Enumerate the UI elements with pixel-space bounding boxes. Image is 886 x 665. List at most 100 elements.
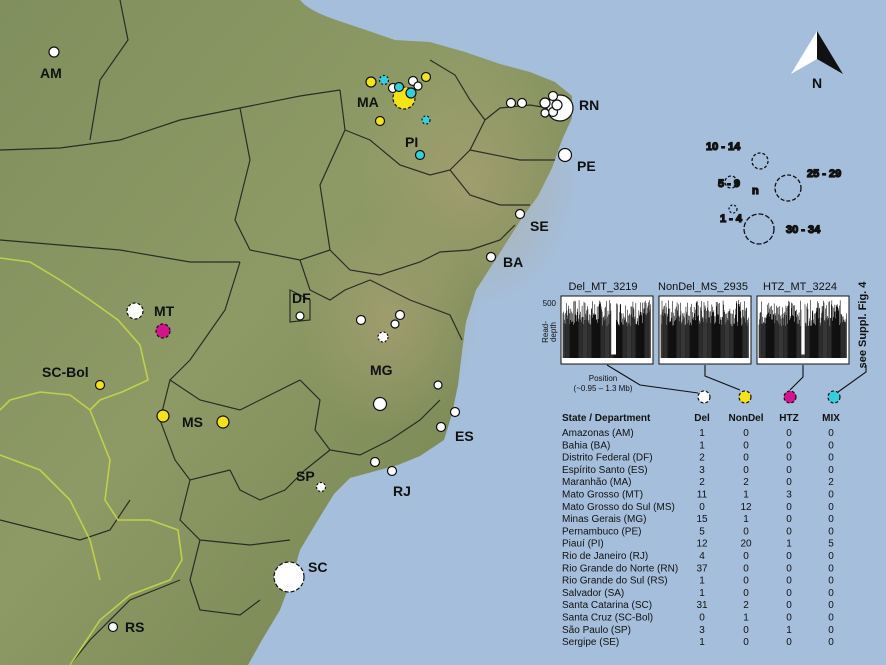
- table-cell-count: 0: [828, 440, 834, 451]
- table-cell-state: Salvador (SA): [562, 588, 624, 599]
- state-label-mg: MG: [370, 362, 393, 378]
- table-cell-count: 5: [828, 539, 834, 550]
- sample-htz: [155, 323, 171, 339]
- table-cell-count: 3: [699, 465, 705, 476]
- sample-del: [126, 302, 144, 320]
- table-cell-state: Rio de Janeiro (RJ): [562, 551, 648, 562]
- table-cell-state: Minas Gerais (MG): [562, 514, 646, 525]
- sample-nondel: [94, 379, 106, 391]
- table-cell-count: 0: [786, 588, 792, 599]
- sample-del: [514, 208, 526, 220]
- sample-del: [355, 314, 367, 326]
- sample-nondel: [156, 409, 170, 423]
- suppl-note: see Suppl. Fig. 4: [857, 281, 869, 369]
- sample-del: [390, 319, 400, 329]
- table-cell-state: Mato Grosso (MT): [562, 490, 643, 501]
- table-cell-count: 0: [828, 490, 834, 501]
- legend-size-label: 1 - 4: [720, 213, 743, 225]
- table-cell-count: 0: [786, 576, 792, 587]
- table-cell-count: 3: [699, 625, 705, 636]
- table-cell-count: 12: [696, 539, 708, 550]
- panel-title: NonDel_MS_2935: [658, 281, 748, 293]
- sample-del: [505, 97, 517, 109]
- table-cell-count: 0: [828, 428, 834, 439]
- state-label-es: ES: [455, 428, 474, 444]
- sample-del: [540, 108, 550, 118]
- state-label-mt: MT: [154, 303, 175, 319]
- table-cell-state: Piauí (PI): [562, 539, 604, 550]
- table-cell-count: 12: [740, 502, 752, 513]
- table-cell-state: São Paulo (SP): [562, 625, 631, 636]
- table-cell-count: 2: [699, 453, 705, 464]
- sample-mix: [378, 74, 390, 86]
- table-cell-state: Rio Grande do Sul (RS): [562, 576, 668, 587]
- table-cell-count: 31: [696, 600, 708, 611]
- mix-symbol: [827, 390, 841, 404]
- state-label-df: DF: [292, 290, 311, 306]
- table-cell-count: 0: [786, 526, 792, 537]
- state-label-rj: RJ: [393, 483, 411, 499]
- sample-del: [413, 81, 423, 91]
- x-axis-label: Position: [589, 374, 617, 383]
- table-cell-state: Bahia (BA): [562, 440, 610, 451]
- table-cell-count: 0: [743, 563, 749, 574]
- table-cell-count: 2: [743, 477, 749, 488]
- x-axis-range: (~0.95 – 1.3 Mb): [574, 384, 633, 393]
- table-cell-count: 0: [699, 613, 705, 624]
- table-cell-count: 0: [786, 613, 792, 624]
- table-cell-count: 5: [699, 526, 705, 537]
- table-cell-state: Maranhão (MA): [562, 477, 631, 488]
- table-cell-count: 0: [743, 428, 749, 439]
- table-cell-count: 0: [786, 465, 792, 476]
- state-label-sc-bol: SC-Bol: [42, 364, 89, 380]
- sample-del: [516, 97, 528, 109]
- table-cell-count: 1: [699, 588, 705, 599]
- sample-del: [539, 97, 551, 109]
- table-cell-count: 0: [743, 551, 749, 562]
- table-cell-count: 1: [699, 428, 705, 439]
- table-header: HTZ: [779, 413, 798, 424]
- legend-size-label: 25 - 29: [807, 168, 841, 180]
- table-cell-count: 1: [699, 576, 705, 587]
- table-cell-state: Distrito Federal (DF): [562, 453, 653, 464]
- table-header: NonDel: [729, 413, 764, 424]
- sample-del: [557, 147, 573, 163]
- table-cell-count: 0: [786, 477, 792, 488]
- table-cell-count: 0: [743, 440, 749, 451]
- table-cell-count: 0: [699, 502, 705, 513]
- state-label-se: SE: [530, 218, 549, 234]
- table-cell-count: 37: [696, 563, 708, 574]
- table-cell-count: 20: [740, 539, 752, 550]
- sample-nondel: [374, 115, 386, 127]
- table-cell-count: 0: [786, 563, 792, 574]
- table-cell-count: 1: [743, 613, 749, 624]
- sample-del: [394, 309, 406, 321]
- y-tick: 500: [543, 299, 557, 308]
- table-cell-count: 1: [699, 440, 705, 451]
- table-cell-count: 0: [828, 563, 834, 574]
- map-figure: N AM MA RN PI PE SE BA MT DF SC-Bol MG M…: [0, 0, 886, 665]
- state-label-pe: PE: [577, 158, 596, 174]
- table-cell-count: 1: [786, 625, 792, 636]
- table-cell-count: 1: [743, 490, 749, 501]
- sample-del: [449, 406, 461, 418]
- table-cell-count: 0: [743, 576, 749, 587]
- sample-nondel: [216, 415, 230, 429]
- sample-del: [372, 396, 388, 412]
- state-label-ba: BA: [503, 254, 523, 270]
- table-cell-count: 0: [786, 440, 792, 451]
- table-cell-state: Santa Cruz (SC-Bol): [562, 613, 653, 624]
- sample-del: [551, 99, 563, 111]
- table-cell-count: 0: [828, 453, 834, 464]
- table-cell-count: 0: [786, 551, 792, 562]
- table-cell-count: 0: [743, 526, 749, 537]
- sample-del: [48, 46, 60, 58]
- table-cell-count: 0: [743, 588, 749, 599]
- table-cell-count: 1: [699, 637, 705, 648]
- table-cell-count: 0: [786, 428, 792, 439]
- table-cell-count: 2: [828, 477, 834, 488]
- table-cell-state: Rio Grande do Norte (RN): [562, 563, 678, 574]
- table-cell-count: 0: [786, 637, 792, 648]
- state-label-ms: MS: [182, 414, 203, 430]
- table-cell-count: 0: [828, 588, 834, 599]
